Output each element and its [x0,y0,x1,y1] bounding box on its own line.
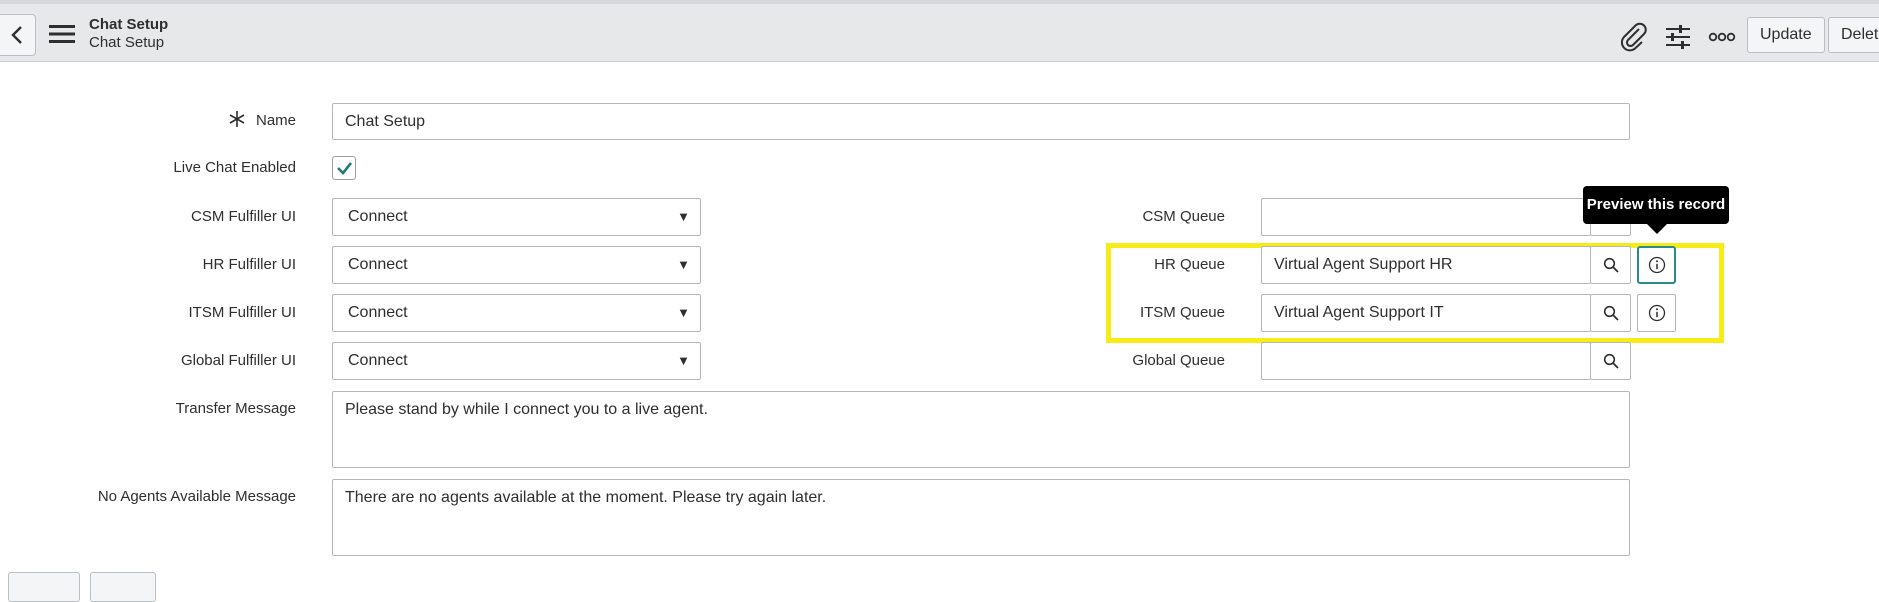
checkmark-icon [337,162,353,175]
hr-queue-label: HR Queue [1154,256,1225,273]
global-fulfiller-ui-value: Connect [348,352,408,369]
global-fulfiller-ui-label: Global Fulfiller UI [180,352,296,369]
hr-fulfiller-ui-select[interactable]: Connect ▼ [332,246,701,284]
attachment-button[interactable] [1619,22,1649,52]
transfer-message-textarea[interactable]: Please stand by while I connect you to a… [332,391,1630,468]
tooltip-arrow [1647,224,1667,234]
csm-queue-label: CSM Queue [1142,208,1225,225]
csm-fulfiller-ui-value: Connect [348,208,408,225]
dropdown-caret-icon: ▼ [677,257,690,272]
sliders-icon [1666,25,1690,49]
itsm-queue-lookup-button[interactable] [1590,294,1631,332]
page-title: Chat Setup [89,16,169,33]
itsm-fulfiller-ui-value: Connect [348,304,408,321]
bottom-update-button[interactable] [8,572,80,602]
paperclip-icon [1620,22,1647,52]
global-queue-lookup-button[interactable] [1590,342,1631,380]
personalize-form-button[interactable] [1663,22,1693,52]
name-field[interactable]: Chat Setup [332,103,1630,140]
more-options-button[interactable] [1707,22,1737,52]
name-label: Name [255,112,296,129]
form-header: Chat Setup Chat Setup Update Delete [0,0,1879,62]
hr-fulfiller-ui-label: HR Fulfiller UI [202,256,296,273]
info-icon [1648,304,1665,322]
itsm-queue-preview-button[interactable] [1637,294,1676,332]
delete-button[interactable]: Delete [1828,17,1879,53]
no-agents-message-label: No Agents Available Message [97,488,296,505]
asterisk-icon [229,111,245,127]
no-agents-message-textarea[interactable]: There are no agents available at the mom… [332,479,1630,556]
back-button[interactable] [0,14,36,56]
csm-queue-field[interactable] [1261,198,1591,236]
itsm-fulfiller-ui-label: ITSM Fulfiller UI [188,304,296,321]
live-chat-enabled-checkbox[interactable] [332,156,356,180]
csm-fulfiller-ui-select[interactable]: Connect ▼ [332,198,701,236]
update-button[interactable]: Update [1747,17,1825,53]
csm-fulfiller-ui-label: CSM Fulfiller UI [190,208,296,225]
itsm-fulfiller-ui-select[interactable]: Connect ▼ [332,294,701,332]
preview-record-tooltip: Preview this record [1583,186,1729,224]
ellipsis-icon [1708,32,1736,42]
dropdown-caret-icon: ▼ [677,305,690,320]
search-icon [1603,305,1619,321]
context-menu-button[interactable] [48,22,76,46]
global-queue-field[interactable] [1261,342,1591,380]
global-fulfiller-ui-select[interactable]: Connect ▼ [332,342,701,380]
transfer-message-label: Transfer Message [175,400,296,417]
dropdown-caret-icon: ▼ [677,353,690,368]
live-chat-enabled-label: Live Chat Enabled [173,159,296,176]
global-queue-label: Global Queue [1132,352,1225,369]
dropdown-caret-icon: ▼ [677,209,690,224]
hr-queue-lookup-button[interactable] [1590,246,1631,284]
itsm-queue-field[interactable]: Virtual Agent Support IT [1261,294,1591,332]
search-icon [1603,353,1619,369]
chevron-left-icon [10,26,22,44]
hamburger-icon [49,25,75,43]
page-subtitle: Chat Setup [89,34,165,51]
bottom-delete-button[interactable] [90,572,156,602]
hr-queue-preview-button[interactable] [1637,246,1676,284]
hr-queue-field[interactable]: Virtual Agent Support HR [1261,246,1591,284]
itsm-queue-label: ITSM Queue [1139,304,1225,321]
search-icon [1603,257,1619,273]
info-icon [1648,256,1665,274]
required-asterisk [228,110,246,132]
hr-fulfiller-ui-value: Connect [348,256,408,273]
